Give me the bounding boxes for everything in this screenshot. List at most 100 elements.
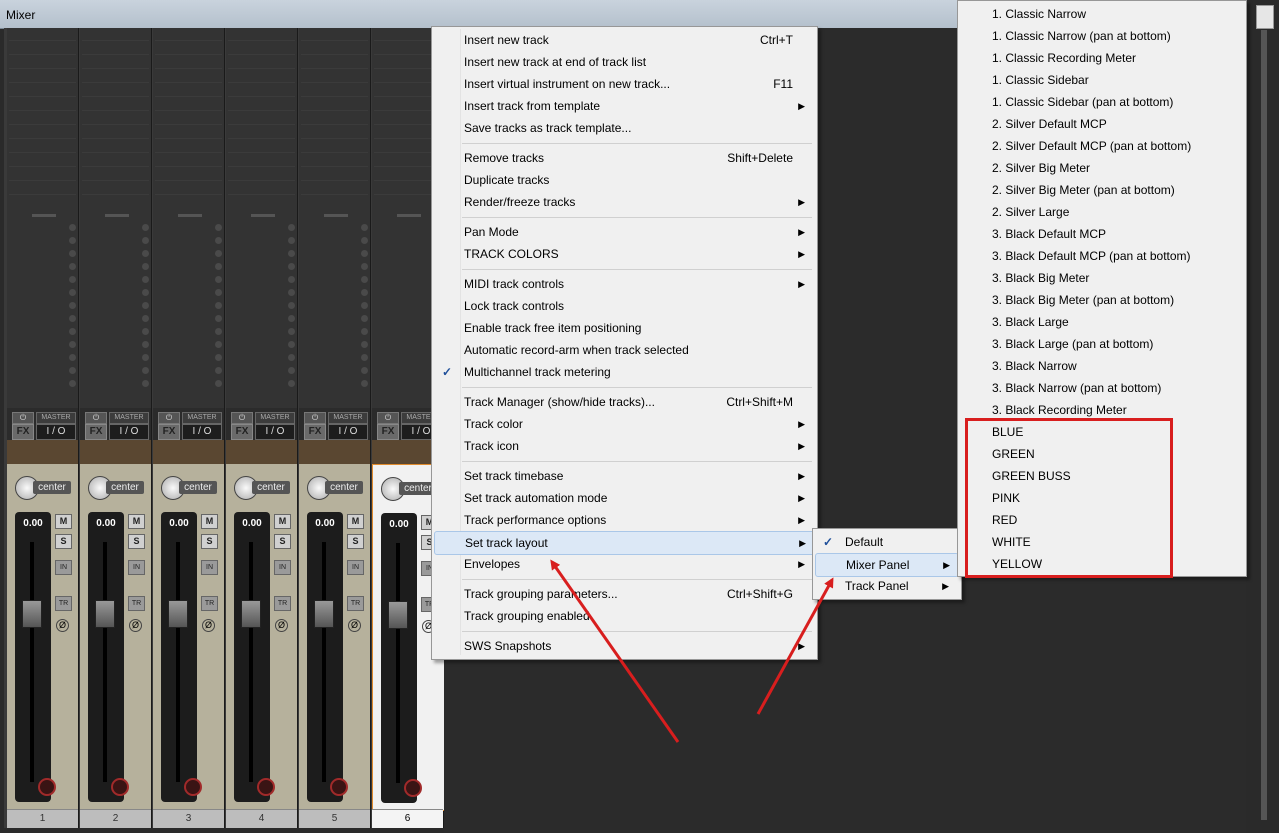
menu-item[interactable]: TRACK COLORS ▶ <box>434 243 813 265</box>
layout-option[interactable]: 1. Classic Sidebar <box>960 69 1242 91</box>
track-number[interactable]: 3 <box>153 809 224 828</box>
io-button[interactable]: I / O <box>255 424 295 440</box>
input-monitor-button[interactable]: IN <box>347 560 364 575</box>
io-button[interactable]: I / O <box>109 424 149 440</box>
menu-item[interactable]: Set track automation mode ▶ <box>434 487 813 509</box>
record-arm-button[interactable] <box>38 778 56 796</box>
fader-track[interactable] <box>176 542 180 782</box>
menu-item[interactable]: Save tracks as track template... <box>434 117 813 139</box>
layout-option[interactable]: 3. Black Default MCP <box>960 223 1242 245</box>
solo-button[interactable]: S <box>274 534 291 549</box>
record-arm-button[interactable] <box>257 778 275 796</box>
menu-item[interactable]: Remove tracks Shift+Delete <box>434 147 813 169</box>
solo-button[interactable]: S <box>201 534 218 549</box>
mute-button[interactable]: M <box>347 514 364 529</box>
phase-invert-button[interactable]: Ø <box>56 619 69 632</box>
fx-bypass-icon[interactable]: ⏻ <box>231 412 253 424</box>
submenu-item[interactable]: Mixer Panel ▶ <box>815 553 959 577</box>
menu-item[interactable]: Pan Mode ▶ <box>434 221 813 243</box>
menu-item[interactable]: Track performance options ▶ <box>434 509 813 531</box>
menu-item[interactable]: Render/freeze tracks ▶ <box>434 191 813 213</box>
mixer-strip[interactable]: ⏻ FX MASTER I / O center 0.00 M S IN TR <box>226 28 298 828</box>
layout-option[interactable]: 1. Classic Narrow (pan at bottom) <box>960 25 1242 47</box>
menu-item[interactable]: MIDI track controls ▶ <box>434 273 813 295</box>
mute-button[interactable]: M <box>55 514 72 529</box>
io-button[interactable]: I / O <box>36 424 76 440</box>
fx-bypass-icon[interactable]: ⏻ <box>12 412 34 424</box>
mixer-strip[interactable]: ⏻ FX MASTER I / O center 0.00 M S IN TR <box>299 28 371 828</box>
track-number[interactable]: 5 <box>299 809 370 828</box>
fader-track[interactable] <box>30 542 34 782</box>
fx-bypass-icon[interactable]: ⏻ <box>85 412 107 424</box>
record-arm-button[interactable] <box>111 778 129 796</box>
phase-invert-button[interactable]: Ø <box>348 619 361 632</box>
menu-item[interactable]: Track Manager (show/hide tracks)... Ctrl+… <box>434 391 813 413</box>
fx-bypass-icon[interactable]: ⏻ <box>377 412 399 424</box>
menu-item[interactable]: Track grouping enabled <box>434 605 813 627</box>
layout-option[interactable]: 3. Black Large <box>960 311 1242 333</box>
track-number[interactable]: 4 <box>226 809 297 828</box>
layout-option[interactable]: 3. Black Narrow <box>960 355 1242 377</box>
solo-button[interactable]: S <box>128 534 145 549</box>
menu-item[interactable]: Track grouping parameters... Ctrl+Shift+G <box>434 583 813 605</box>
fx-button[interactable]: FX <box>158 424 180 440</box>
fx-bypass-icon[interactable]: ⏻ <box>304 412 326 424</box>
automation-button[interactable]: TR <box>201 596 218 611</box>
layout-option[interactable]: 2. Silver Default MCP <box>960 113 1242 135</box>
volume-fader[interactable] <box>95 600 115 628</box>
fx-button[interactable]: FX <box>12 424 34 440</box>
track-number[interactable]: 1 <box>7 809 78 828</box>
scroll-rail[interactable] <box>1261 30 1267 820</box>
record-arm-button[interactable] <box>184 778 202 796</box>
fader-track[interactable] <box>322 542 326 782</box>
layout-option[interactable]: 3. Black Big Meter (pan at bottom) <box>960 289 1242 311</box>
volume-fader[interactable] <box>241 600 261 628</box>
input-monitor-button[interactable]: IN <box>55 560 72 575</box>
layout-option[interactable]: 3. Black Default MCP (pan at bottom) <box>960 245 1242 267</box>
menu-item[interactable]: Insert new track Ctrl+T <box>434 29 813 51</box>
menu-item[interactable]: Track color ▶ <box>434 413 813 435</box>
menu-item[interactable]: Enable track free item positioning <box>434 317 813 339</box>
record-arm-button[interactable] <box>330 778 348 796</box>
phase-invert-button[interactable]: Ø <box>275 619 288 632</box>
menu-item[interactable]: ✓ Multichannel track metering <box>434 361 813 383</box>
scroll-up-button[interactable] <box>1256 5 1274 29</box>
submenu-item[interactable]: Track Panel ▶ <box>815 575 957 597</box>
fx-slot-area[interactable] <box>153 28 224 408</box>
automation-button[interactable]: TR <box>274 596 291 611</box>
solo-button[interactable]: S <box>347 534 364 549</box>
record-arm-button[interactable] <box>404 779 422 797</box>
layout-option[interactable]: 3. Black Big Meter <box>960 267 1242 289</box>
automation-button[interactable]: TR <box>128 596 145 611</box>
phase-invert-button[interactable]: Ø <box>129 619 142 632</box>
layout-option[interactable]: 1. Classic Sidebar (pan at bottom) <box>960 91 1242 113</box>
layout-option[interactable]: 2. Silver Big Meter (pan at bottom) <box>960 179 1242 201</box>
vertical-scrollbar[interactable] <box>1246 0 1279 833</box>
mixer-strip[interactable]: ⏻ FX MASTER I / O center 0.00 M S IN TR <box>7 28 79 828</box>
fader-track[interactable] <box>103 542 107 782</box>
menu-item[interactable]: Set track layout ▶ <box>434 531 815 555</box>
menu-item[interactable]: Insert new track at end of track list <box>434 51 813 73</box>
solo-button[interactable]: S <box>55 534 72 549</box>
layout-option[interactable]: 1. Classic Recording Meter <box>960 47 1242 69</box>
automation-button[interactable]: TR <box>347 596 364 611</box>
fx-slot-area[interactable] <box>80 28 151 408</box>
layout-option[interactable]: 2. Silver Big Meter <box>960 157 1242 179</box>
layout-option[interactable]: 3. Black Large (pan at bottom) <box>960 333 1242 355</box>
menu-item[interactable]: Lock track controls <box>434 295 813 317</box>
fx-button[interactable]: FX <box>377 424 399 440</box>
fx-slot-area[interactable] <box>226 28 297 408</box>
input-monitor-button[interactable]: IN <box>128 560 145 575</box>
layout-option[interactable]: 2. Silver Default MCP (pan at bottom) <box>960 135 1242 157</box>
menu-item[interactable]: Insert track from template ▶ <box>434 95 813 117</box>
fader-track[interactable] <box>249 542 253 782</box>
fx-button[interactable]: FX <box>304 424 326 440</box>
track-number[interactable]: 2 <box>80 809 151 828</box>
menu-item[interactable]: Duplicate tracks <box>434 169 813 191</box>
mute-button[interactable]: M <box>128 514 145 529</box>
volume-fader[interactable] <box>168 600 188 628</box>
fader-track[interactable] <box>396 543 400 783</box>
mixer-strip[interactable]: ⏻ FX MASTER I / O center 0.00 M S IN TR <box>153 28 225 828</box>
volume-fader[interactable] <box>388 601 408 629</box>
mute-button[interactable]: M <box>201 514 218 529</box>
